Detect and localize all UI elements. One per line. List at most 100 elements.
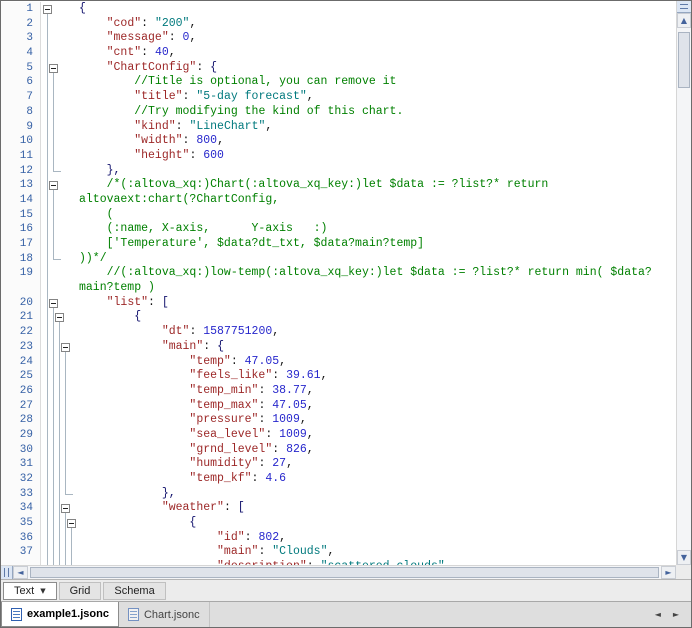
code-line: 28 "pressure": 1009,: [1, 413, 676, 428]
code-token: [79, 75, 134, 88]
fold-toggle-icon[interactable]: [49, 299, 58, 308]
line-number: 16: [1, 222, 41, 237]
code-text[interactable]: "ChartConfig": {: [77, 61, 676, 76]
code-text[interactable]: "message": 0,: [77, 31, 676, 46]
fold-toggle-icon[interactable]: [61, 504, 70, 513]
line-number: 21: [1, 310, 41, 325]
code-text[interactable]: "main": "Clouds",: [77, 545, 676, 560]
fold-toggle-icon[interactable]: [55, 313, 64, 322]
fold-toggle-icon[interactable]: [43, 5, 52, 14]
vertical-scrollbar[interactable]: ▲ ▼: [676, 1, 691, 565]
code-text[interactable]: /*(:altova_xq:)Chart(:altova_xq_key:)let…: [77, 178, 676, 193]
code-token: "message": [107, 31, 169, 44]
scroll-left-button[interactable]: ◄: [13, 566, 28, 579]
tab-schema-view[interactable]: Schema: [103, 582, 165, 600]
code-text[interactable]: "id": 802,: [77, 531, 676, 546]
code-text[interactable]: {: [77, 516, 676, 531]
line-number: 30: [1, 443, 41, 458]
fold-scope-line: [59, 443, 60, 458]
code-token: "200": [155, 17, 190, 30]
code-text[interactable]: "width": 800,: [77, 134, 676, 149]
code-line: 23 "main": {: [1, 340, 676, 355]
code-text[interactable]: //Try modifying the kind of this chart.: [77, 105, 676, 120]
code-text[interactable]: ['Temperature', $data?dt_txt, $data?main…: [77, 237, 676, 252]
code-token: ,: [279, 531, 286, 544]
code-text[interactable]: "temp": 47.05,: [77, 355, 676, 370]
code-text[interactable]: },: [77, 164, 676, 179]
fold-scope-line: [47, 355, 48, 370]
code-token: :: [141, 17, 155, 30]
code-text[interactable]: "weather": [: [77, 501, 676, 516]
code-text[interactable]: "sea_level": 1009,: [77, 428, 676, 443]
code-text[interactable]: "main": {: [77, 340, 676, 355]
code-text[interactable]: main?temp ): [77, 281, 676, 296]
fold-toggle-icon[interactable]: [61, 343, 70, 352]
code-text[interactable]: "list": [: [77, 296, 676, 311]
code-text[interactable]: //(:altova_xq:)low-temp(:altova_xq_key:)…: [77, 266, 676, 281]
fold-toggle-icon[interactable]: [49, 181, 58, 190]
code-text[interactable]: "height": 600: [77, 149, 676, 164]
horizontal-scroll-thumb[interactable]: [30, 567, 659, 578]
code-text[interactable]: "humidity": 27,: [77, 457, 676, 472]
tab-grid-view[interactable]: Grid: [59, 582, 102, 600]
code-text[interactable]: "title": "5-day forecast",: [77, 90, 676, 105]
fold-scope-line: [53, 531, 54, 546]
code-text[interactable]: (:name, X-axis, Y-axis :): [77, 222, 676, 237]
fold-scope-line: [53, 413, 54, 428]
fold-toggle-icon[interactable]: [49, 64, 58, 73]
code-text[interactable]: "feels_like": 39.61,: [77, 369, 676, 384]
tab-scroll-right-button[interactable]: ►: [669, 607, 683, 622]
horizontal-scrollbar[interactable]: ◄ ►: [1, 565, 676, 579]
code-text[interactable]: {: [77, 310, 676, 325]
scroll-right-icon: ►: [665, 569, 671, 577]
vertical-scroll-track[interactable]: [677, 28, 691, 550]
code-text[interactable]: //Title is optional, you can remove it: [77, 75, 676, 90]
code-token: "list": [107, 296, 148, 309]
text-editor[interactable]: 1{2 "cod": "200",3 "message": 0,4 "cnt":…: [1, 1, 676, 565]
code-text[interactable]: "cnt": 40,: [77, 46, 676, 61]
tab-scroll-left-button[interactable]: ◄: [651, 607, 665, 622]
code-text[interactable]: "temp_min": 38.77,: [77, 384, 676, 399]
code-text[interactable]: "pressure": 1009,: [77, 413, 676, 428]
code-text[interactable]: },: [77, 487, 676, 502]
tab-text-view[interactable]: Text ▼: [3, 582, 57, 600]
fold-toggle-icon[interactable]: [67, 519, 76, 528]
code-text[interactable]: "temp_kf": 4.6: [77, 472, 676, 487]
line-number: 22: [1, 325, 41, 340]
code-token: "main": [162, 340, 203, 353]
code-token: [79, 164, 107, 177]
vertical-scroll-thumb[interactable]: [678, 32, 690, 88]
code-token: {: [189, 516, 196, 529]
fold-scope-line: [53, 355, 54, 370]
file-tab-example1[interactable]: example1.jsonc: [1, 602, 119, 627]
scroll-right-button[interactable]: ►: [661, 566, 676, 579]
fold-scope-line: [65, 384, 66, 399]
code-text[interactable]: {: [77, 2, 676, 17]
code-text[interactable]: (: [77, 208, 676, 223]
code-text[interactable]: altovaext:chart(?ChartConfig,: [77, 193, 676, 208]
fold-scope-line: [53, 193, 54, 208]
code-text[interactable]: ))*/: [77, 252, 676, 267]
code-token: :: [245, 531, 259, 544]
view-mode-bar: Text ▼ Grid Schema: [1, 579, 691, 601]
file-tab-chart[interactable]: Chart.jsonc: [119, 602, 210, 627]
split-handle-vertical-icon[interactable]: [677, 1, 691, 13]
horizontal-scroll-track[interactable]: [28, 566, 661, 579]
code-text[interactable]: "grnd_level": 826,: [77, 443, 676, 458]
code-token: "LineChart": [189, 120, 265, 133]
scroll-left-icon: ◄: [17, 569, 23, 577]
code-token: ,: [307, 384, 314, 397]
fold-scope-line: [53, 428, 54, 443]
code-line: 21 {: [1, 310, 676, 325]
scroll-down-button[interactable]: ▼: [677, 550, 691, 565]
code-text[interactable]: "kind": "LineChart",: [77, 120, 676, 135]
fold-margin: [41, 75, 77, 90]
code-token: ,: [307, 399, 314, 412]
fold-scope-line: [59, 501, 60, 516]
chevron-down-icon[interactable]: ▼: [40, 587, 45, 595]
code-text[interactable]: "temp_max": 47.05,: [77, 399, 676, 414]
code-text[interactable]: "cod": "200",: [77, 17, 676, 32]
code-text[interactable]: "dt": 1587751200,: [77, 325, 676, 340]
scroll-up-button[interactable]: ▲: [677, 13, 691, 28]
split-handle-horizontal-icon[interactable]: [1, 566, 13, 579]
